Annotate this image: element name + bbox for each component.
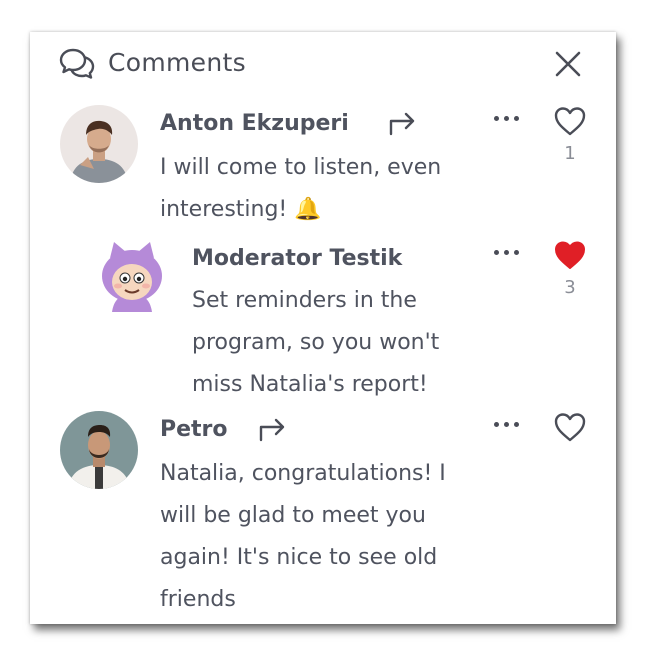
close-icon[interactable] bbox=[553, 49, 583, 79]
more-options-icon[interactable] bbox=[492, 113, 522, 123]
avatar[interactable] bbox=[60, 105, 138, 183]
comments-header: Comments bbox=[30, 32, 616, 96]
panel-title: Comments bbox=[108, 48, 246, 77]
more-options-icon[interactable] bbox=[492, 247, 522, 257]
heart-filled-icon[interactable] bbox=[553, 239, 587, 271]
heart-outline-icon[interactable] bbox=[553, 105, 587, 137]
comment-text: Set reminders in the program, so you won… bbox=[192, 288, 440, 397]
comment-text: I will come to listen, even interesting!… bbox=[160, 155, 442, 222]
avatar[interactable] bbox=[92, 238, 172, 318]
like-count: 3 bbox=[564, 277, 576, 298]
comment-author[interactable]: Anton Ekzuperi bbox=[160, 111, 349, 136]
reply-icon[interactable] bbox=[258, 416, 288, 442]
avatar[interactable] bbox=[60, 411, 138, 489]
heart-outline-icon[interactable] bbox=[553, 411, 587, 443]
comments-icon bbox=[59, 48, 95, 79]
comments-panel: Comments Anton Ekzuperi I will come to l… bbox=[30, 32, 616, 624]
comment-author[interactable]: Moderator Testik bbox=[192, 246, 402, 271]
comment-author[interactable]: Petro bbox=[160, 417, 228, 442]
reply-icon[interactable] bbox=[388, 110, 418, 136]
more-options-icon[interactable] bbox=[492, 419, 522, 429]
comment-text: Natalia, congratulations! I will be glad… bbox=[160, 461, 446, 612]
like-count: 1 bbox=[564, 143, 576, 164]
